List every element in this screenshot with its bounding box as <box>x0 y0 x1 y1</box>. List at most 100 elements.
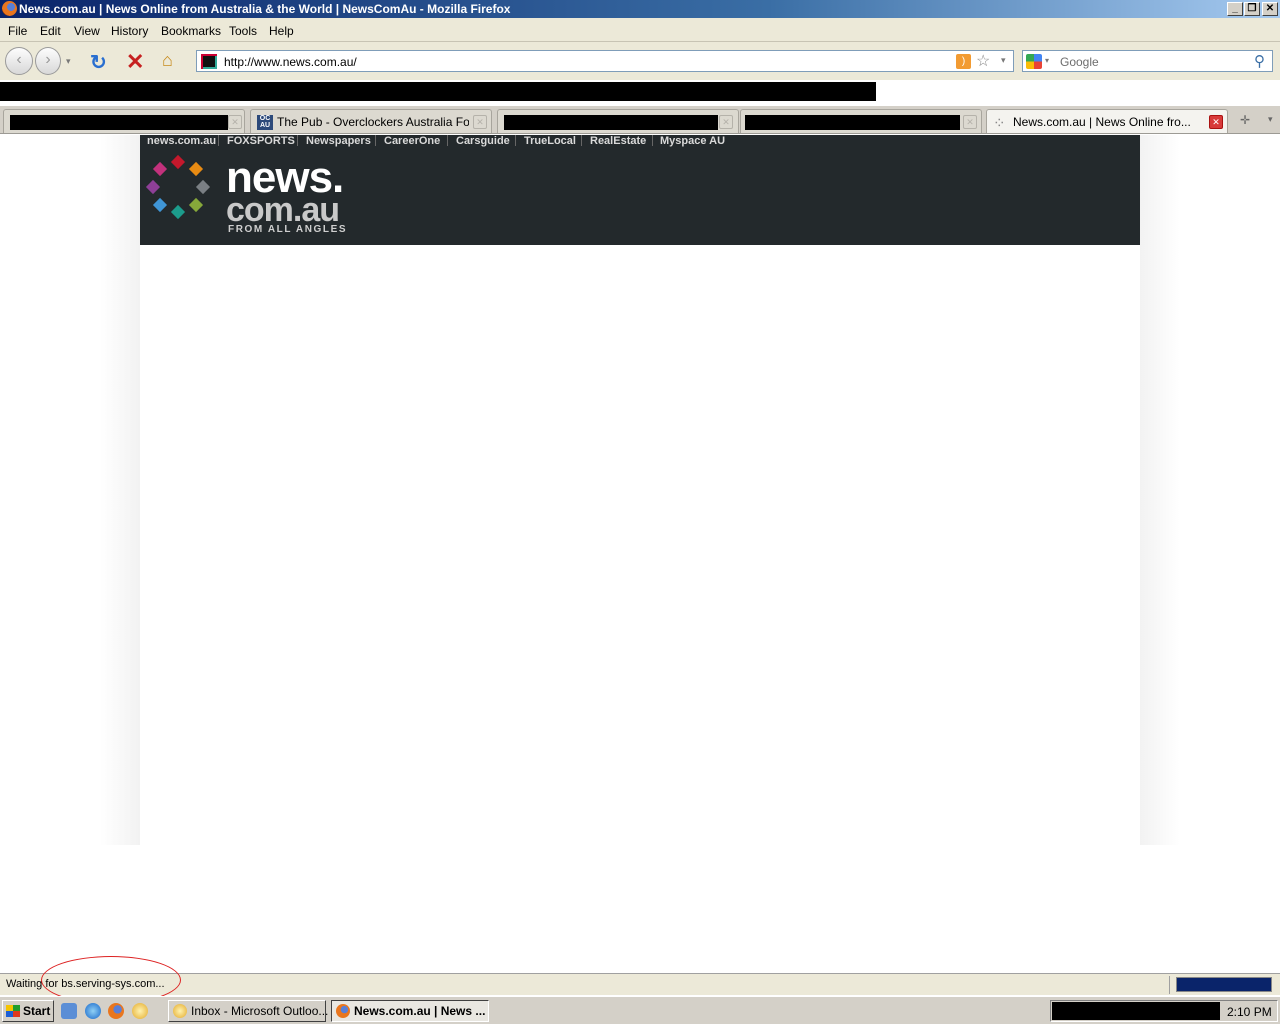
nav-carsguide[interactable]: Carsguide <box>456 135 510 147</box>
nav-newspapers[interactable]: Newspapers <box>306 135 371 147</box>
tab-label: News.com.au | News Online fro... <box>1013 115 1191 129</box>
url-text: http://www.news.com.au/ <box>224 55 357 69</box>
nav-truelocal[interactable]: TrueLocal <box>524 135 576 147</box>
engine-dropdown-icon[interactable]: ▾ <box>1045 56 1049 65</box>
back-button[interactable]: ‹ <box>5 47 33 75</box>
tab-redacted-4[interactable]: ✕ <box>740 109 982 133</box>
redacted-block <box>504 115 718 130</box>
nav-separator <box>375 135 376 146</box>
clock: 2:10 PM <box>1227 1005 1272 1019</box>
navigation-toolbar: ‹ › ▾ ↻ ✕ ⌂ http://www.news.com.au/ ) ☆ … <box>0 42 1280 80</box>
logo-dot <box>153 197 168 212</box>
search-box[interactable]: ▾ Google ⚲ <box>1022 50 1273 72</box>
system-tray: 2:10 PM <box>1050 1000 1278 1022</box>
task-label: Inbox - Microsoft Outloo... <box>191 1004 329 1018</box>
new-tab-icon[interactable]: ✛ <box>1240 113 1250 127</box>
reload-icon[interactable]: ↻ <box>90 50 107 75</box>
logo-tagline: FROM ALL ANGLES <box>228 224 348 235</box>
tab-close-icon[interactable]: ✕ <box>473 115 487 129</box>
stop-icon[interactable]: ✕ <box>126 49 144 75</box>
close-window-button[interactable]: ✕ <box>1262 2 1278 16</box>
loading-spinner-icon: ⁘ <box>993 115 1006 132</box>
menu-view[interactable]: View <box>74 24 100 38</box>
home-icon[interactable]: ⌂ <box>162 50 173 71</box>
maximize-button[interactable]: ❐ <box>1244 2 1260 16</box>
tab-strip: ✕ OC AU The Pub - Overclockers Australia… <box>0 106 1280 134</box>
tab-close-icon[interactable]: ✕ <box>1209 115 1223 129</box>
redacted-tray-icons <box>1052 1002 1220 1020</box>
redacted-block <box>745 115 960 130</box>
list-all-tabs-icon[interactable]: ▾ <box>1268 114 1273 125</box>
nav-separator <box>447 135 448 146</box>
bookmark-star-icon[interactable]: ☆ <box>976 51 990 71</box>
minimize-button[interactable]: _ <box>1227 2 1243 16</box>
logo-dot <box>188 197 203 212</box>
history-dropdown-icon[interactable]: ▾ <box>66 56 71 67</box>
outlook-launch-icon[interactable] <box>132 1003 148 1019</box>
google-engine-icon[interactable] <box>1026 54 1042 69</box>
status-bar: Waiting for bs.serving-sys.com... <box>0 973 1280 995</box>
rss-feed-icon[interactable]: ) <box>956 54 971 69</box>
nav-myspace-au[interactable]: Myspace AU <box>660 135 725 147</box>
tab-close-icon[interactable]: ✕ <box>719 115 733 129</box>
menu-tools[interactable]: Tools <box>229 24 257 38</box>
tab-news-com-au[interactable]: ⁘ News.com.au | News Online fro... ✕ <box>986 109 1228 133</box>
outlook-icon <box>173 1004 187 1018</box>
start-button[interactable]: Start <box>2 1000 54 1022</box>
nav-foxsports[interactable]: FOXSPORTS <box>227 135 295 147</box>
redacted-toolbar <box>0 82 876 101</box>
nav-careerone[interactable]: CareerOne <box>384 135 440 147</box>
logo-dot <box>170 154 186 170</box>
url-dropdown-icon[interactable]: ▾ <box>1001 55 1006 66</box>
nav-separator <box>515 135 516 146</box>
status-divider <box>1169 976 1170 994</box>
tab-redacted-1[interactable]: ✕ <box>3 109 245 133</box>
window-title-bar: News.com.au | News Online from Australia… <box>0 0 1280 18</box>
firefox-launch-icon[interactable] <box>108 1003 124 1019</box>
menu-help[interactable]: Help <box>269 24 294 38</box>
menu-file[interactable]: File <box>8 24 27 38</box>
logo-dot <box>188 162 203 177</box>
nav-separator <box>581 135 582 146</box>
nav-separator <box>652 135 653 146</box>
firefox-icon <box>2 1 17 16</box>
menu-history[interactable]: History <box>111 24 148 38</box>
redacted-block <box>10 115 228 130</box>
taskbar-item-outlook[interactable]: Inbox - Microsoft Outloo... <box>168 1000 329 1022</box>
tab-close-icon[interactable]: ✕ <box>963 115 977 129</box>
site-header: news.com.au FOXSPORTS Newspapers CareerO… <box>140 135 1140 245</box>
logo-dot <box>170 204 186 220</box>
overclockers-favicon-icon: OC AU <box>257 115 273 130</box>
windows-logo-icon <box>6 1005 20 1017</box>
logo-dot <box>153 162 168 177</box>
menu-bar: File Edit View History Bookmarks Tools H… <box>0 18 1280 42</box>
taskbar-item-firefox[interactable]: News.com.au | News ... <box>331 1000 489 1022</box>
search-placeholder: Google <box>1060 55 1099 69</box>
internet-explorer-icon[interactable] <box>85 1003 101 1019</box>
firefox-icon <box>336 1004 350 1018</box>
task-label: News.com.au | News ... <box>354 1004 486 1018</box>
logo-dot <box>195 179 211 195</box>
nav-realestate[interactable]: RealEstate <box>590 135 646 147</box>
menu-edit[interactable]: Edit <box>40 24 61 38</box>
tab-label: The Pub - Overclockers Australia Foru... <box>277 115 469 129</box>
menu-bookmarks[interactable]: Bookmarks <box>161 24 221 38</box>
nav-separator <box>297 135 298 146</box>
logo-dots-icon[interactable] <box>145 154 218 223</box>
loading-progress-bar <box>1176 977 1272 992</box>
nav-news-com-au[interactable]: news.com.au <box>147 135 216 147</box>
nav-separator <box>218 135 219 146</box>
search-magnifier-icon[interactable]: ⚲ <box>1254 52 1265 70</box>
tab-close-icon[interactable]: ✕ <box>228 115 242 129</box>
forward-button[interactable]: › <box>35 47 61 75</box>
address-bar[interactable]: http://www.news.com.au/ ) ☆ ▾ <box>196 50 1014 72</box>
logo-dot <box>145 179 161 195</box>
windows-taskbar: Start Inbox - Microsoft Outloo... News.c… <box>0 996 1280 1024</box>
logo-text-com-au[interactable]: com.au <box>226 193 340 227</box>
tab-redacted-3[interactable]: ✕ <box>497 109 739 133</box>
window-title: News.com.au | News Online from Australia… <box>19 2 511 16</box>
tab-overclockers[interactable]: OC AU The Pub - Overclockers Australia F… <box>250 109 492 133</box>
start-label: Start <box>23 1004 51 1018</box>
show-desktop-icon[interactable] <box>61 1003 77 1019</box>
site-favicon-icon <box>201 54 217 69</box>
